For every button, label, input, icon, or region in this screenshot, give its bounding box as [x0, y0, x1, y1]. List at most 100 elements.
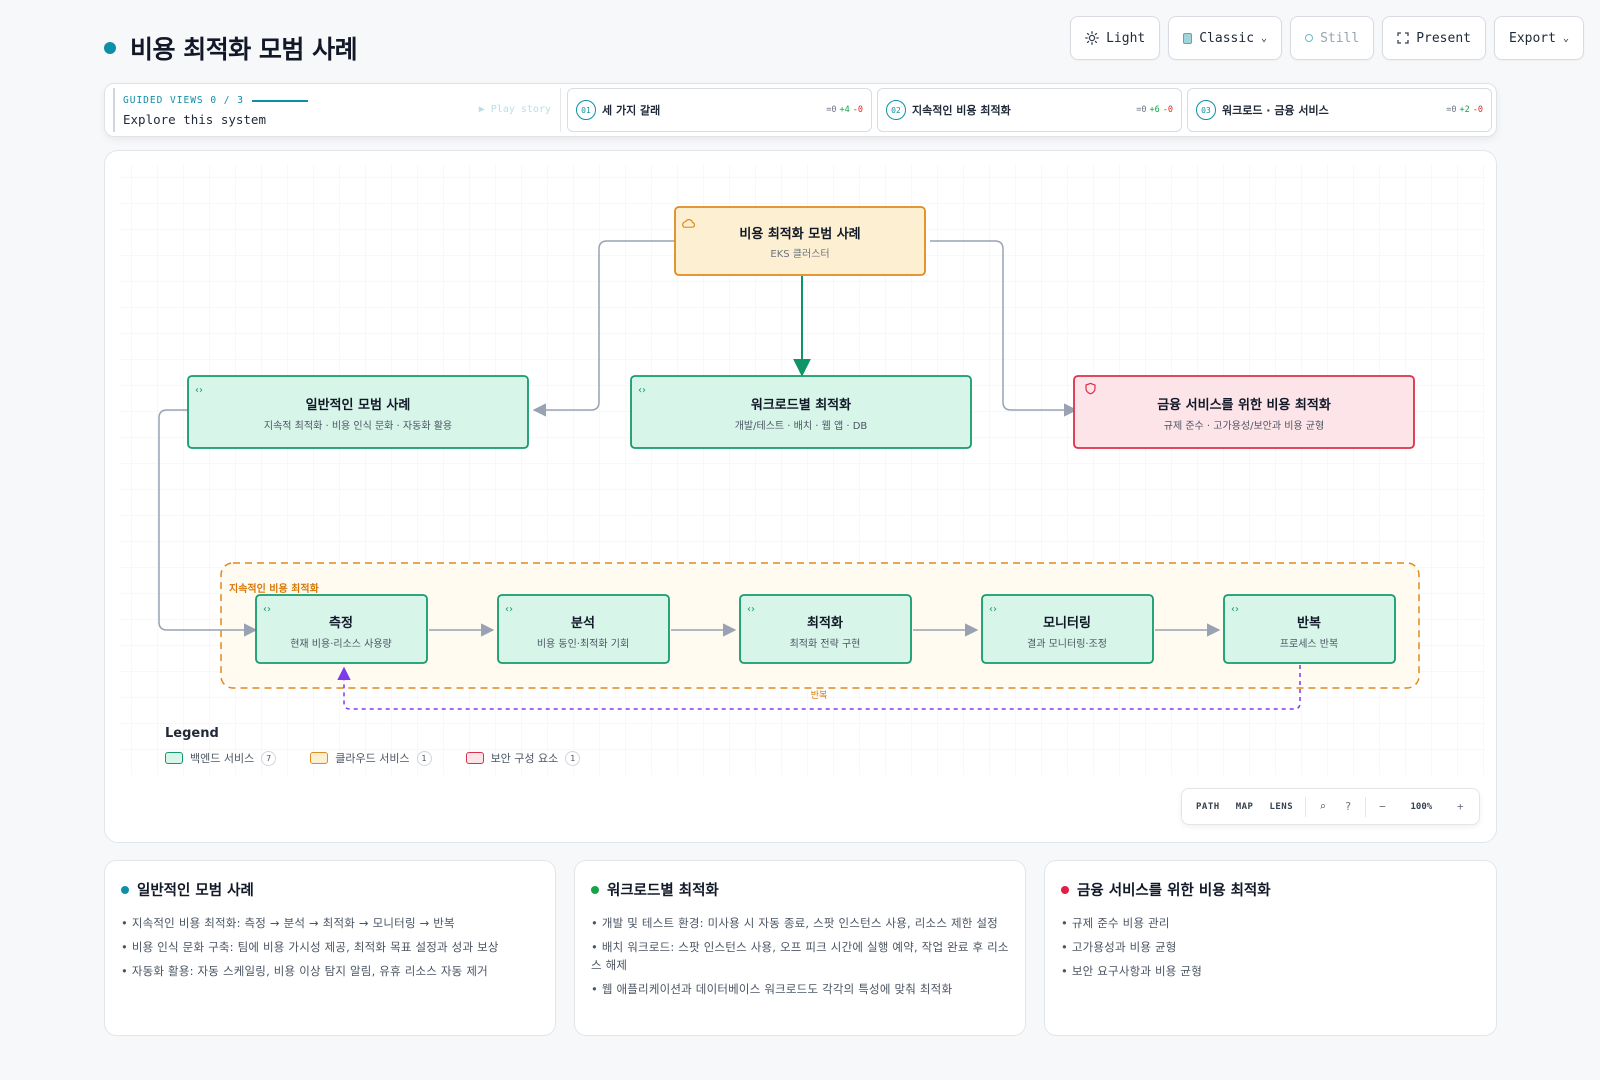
- code-icon: ‹›: [263, 604, 271, 615]
- node-step-optimize[interactable]: ‹› 최적화 최적화 전략 구현: [739, 594, 912, 664]
- theme-button[interactable]: Light: [1070, 16, 1161, 60]
- card-bullet: • 웹 애플리케이션과 데이터베이스 워크로드도 각각의 특성에 맞춰 최적화: [591, 982, 953, 996]
- node-subtitle: 프로세스 반복: [1280, 638, 1338, 650]
- node-title: 워크로드별 최적화: [751, 397, 851, 413]
- card-bullet: • 고가용성과 비용 균형: [1061, 940, 1177, 954]
- view-label: 지속적인 비용 최적화: [912, 104, 1011, 117]
- guided-view-card-1[interactable]: 01 세 가지 갈래 =0 +4 -0: [567, 88, 872, 132]
- node-title: 측정: [329, 615, 353, 631]
- chevron-down-icon: ⌄: [1562, 32, 1569, 44]
- legend-item-cloud[interactable]: 클라우드 서비스 1: [310, 750, 432, 766]
- toolbar: Light Classic ⌄ Still Present Export ⌄: [1070, 16, 1584, 60]
- info-card-general: 일반적인 모범 사례 • 지속적인 비용 최적화: 측정 → 분석 → 최적화 …: [104, 860, 556, 1036]
- guided-views-heading: GUIDED VIEWS 0 / 3: [123, 95, 308, 106]
- legend-count: 7: [261, 750, 277, 766]
- code-icon: ‹›: [1231, 604, 1239, 615]
- card-bullet-text: 비용 인식 문화 구축: 팀에 비용 가시성 제공, 최적화 목표 설정과 성과…: [131, 940, 499, 954]
- node-subtitle: 규제 준수 · 고가용성/보안과 비용 균형: [1164, 420, 1324, 432]
- title-dot: [104, 42, 116, 54]
- zoom-level: 100%: [1410, 801, 1433, 812]
- motion-button[interactable]: Still: [1290, 16, 1375, 60]
- node-title: 최적화: [807, 615, 843, 631]
- code-icon: ‹›: [638, 385, 646, 396]
- node-subtitle: EKS 클러스터: [770, 248, 829, 260]
- stat-plus: +6: [1149, 105, 1160, 115]
- node-step-monitor[interactable]: ‹› 모니터링 결과 모니터링·조정: [981, 594, 1154, 664]
- card-dot: [1061, 885, 1069, 894]
- stat-eq: =0: [1446, 105, 1457, 115]
- guided-views-intro: GUIDED VIEWS 0 / 3 Explore this system ▶…: [113, 88, 559, 132]
- stat-minus: -0: [1472, 105, 1483, 115]
- present-label: Present: [1416, 30, 1471, 46]
- node-title: 모니터링: [1043, 615, 1091, 631]
- card-title: 워크로드별 최적화: [607, 883, 719, 899]
- page-title: 비용 최적화 모범 사례: [104, 30, 358, 66]
- guided-views-strip: GUIDED VIEWS 0 / 3 Explore this system ▶…: [104, 83, 1497, 137]
- divider: [560, 88, 561, 132]
- play-story-button[interactable]: ▶ Play story: [479, 104, 551, 115]
- divider: [1364, 796, 1366, 817]
- info-card-finance: 금융 서비스를 위한 비용 최적화 • 규제 준수 비용 관리 • 고가용성과 …: [1044, 860, 1497, 1036]
- map-button[interactable]: MAP: [1228, 802, 1262, 812]
- guided-views-count: GUIDED VIEWS 0 / 3: [123, 95, 244, 106]
- card-title: 일반적인 모범 사례: [137, 883, 254, 899]
- node-step-measure[interactable]: ‹› 측정 현재 비용·리소스 사용량: [255, 594, 428, 664]
- card-bullet: • 지속적인 비용 최적화: 측정 → 분석 → 최적화 → 모니터링 → 반복: [121, 916, 455, 930]
- help-icon[interactable]: ?: [1335, 800, 1360, 813]
- view-number: 02: [886, 100, 906, 120]
- zoom-in-button[interactable]: +: [1448, 800, 1473, 813]
- card-dot: [591, 885, 599, 894]
- legend-label: 보안 구성 요소: [490, 752, 559, 765]
- style-button[interactable]: Classic ⌄: [1168, 16, 1283, 60]
- legend-count: 1: [565, 750, 581, 766]
- node-workload[interactable]: ‹› 워크로드별 최적화 개발/테스트 · 배치 · 웹 앱 · DB: [630, 375, 972, 449]
- info-card-workload: 워크로드별 최적화 • 개발 및 테스트 환경: 미사용 시 자동 종료, 스팟…: [574, 860, 1026, 1036]
- guided-view-card-3[interactable]: 03 워크로드 · 금융 서비스 =0 +2 -0: [1187, 88, 1492, 132]
- search-icon[interactable]: ⌕: [1310, 800, 1335, 813]
- guided-view-card-2[interactable]: 02 지속적인 비용 최적화 =0 +6 -0: [877, 88, 1182, 132]
- node-title: 반복: [1297, 615, 1321, 631]
- legend-item-security[interactable]: 보안 구성 요소 1: [465, 750, 581, 766]
- card-bullet-text: 웹 애플리케이션과 데이터베이스 워크로드도 각각의 특성에 맞춰 최적화: [601, 982, 953, 996]
- node-finance[interactable]: 금융 서비스를 위한 비용 최적화 규제 준수 · 고가용성/보안과 비용 균형: [1073, 375, 1415, 449]
- guided-subtitle: Explore this system: [123, 112, 266, 127]
- legend-title: Legend: [165, 726, 219, 741]
- legend-item-backend[interactable]: 백엔드 서비스 7: [165, 750, 277, 766]
- theme-label: Light: [1106, 30, 1146, 46]
- stat-plus: +2: [1459, 105, 1470, 115]
- card-bullet: • 개발 및 테스트 환경: 미사용 시 자동 종료, 스팟 인스턴스 사용, …: [591, 916, 998, 930]
- card-bullet: • 규제 준수 비용 관리: [1061, 916, 1170, 930]
- export-button[interactable]: Export ⌄: [1494, 16, 1584, 60]
- divider: [1305, 796, 1307, 817]
- node-step-repeat[interactable]: ‹› 반복 프로세스 반복: [1223, 594, 1396, 664]
- present-button[interactable]: Present: [1382, 16, 1486, 60]
- loop-label: 반복: [811, 690, 828, 701]
- stat-eq: =0: [826, 105, 837, 115]
- style-label: Classic: [1199, 30, 1255, 46]
- node-subtitle: 개발/테스트 · 배치 · 웹 앱 · DB: [735, 420, 868, 432]
- legend-label: 백엔드 서비스: [190, 752, 255, 765]
- node-subtitle: 현재 비용·리소스 사용량: [290, 638, 392, 650]
- code-icon: ‹›: [195, 385, 203, 396]
- card-title: 금융 서비스를 위한 비용 최적화: [1077, 883, 1271, 899]
- group-label: 지속적인 비용 최적화: [229, 582, 320, 595]
- stat-plus: +4: [839, 105, 850, 115]
- card-bullet-text: 고가용성과 비용 균형: [1071, 940, 1177, 954]
- code-icon: ‹›: [505, 604, 513, 615]
- node-title: 일반적인 모범 사례: [306, 397, 411, 413]
- card-bullet-text: 배치 워크로드: 스팟 인스턴스 사용, 오프 피크 시간에 실행 예약, 작업…: [591, 940, 1009, 972]
- zoom-out-button[interactable]: −: [1370, 800, 1395, 813]
- card-bullet: • 비용 인식 문화 구축: 팀에 비용 가시성 제공, 최적화 목표 설정과 …: [121, 940, 499, 954]
- node-general[interactable]: ‹› 일반적인 모범 사례 지속적 최적화 · 비용 인식 문화 · 자동화 활…: [187, 375, 529, 449]
- node-subtitle: 지속적 최적화 · 비용 인식 문화 · 자동화 활용: [264, 419, 452, 432]
- node-root[interactable]: 비용 최적화 모범 사례 EKS 클러스터: [674, 206, 926, 276]
- lens-button[interactable]: LENS: [1261, 802, 1301, 812]
- stat-eq: =0: [1136, 105, 1147, 115]
- path-button[interactable]: PATH: [1188, 802, 1228, 812]
- diagram-canvas[interactable]: 지속적인 비용 최적화 반복 비용 최적화 모범 사례 EKS 클러스터 ‹› …: [104, 150, 1497, 843]
- sun-icon: [1085, 31, 1099, 45]
- node-step-analyze[interactable]: ‹› 분석 비용 동인·최적화 기회: [497, 594, 670, 664]
- view-stats: =0 +4 -0: [826, 105, 863, 115]
- node-subtitle: 결과 모니터링·조정: [1027, 638, 1107, 650]
- legend-count: 1: [416, 750, 432, 766]
